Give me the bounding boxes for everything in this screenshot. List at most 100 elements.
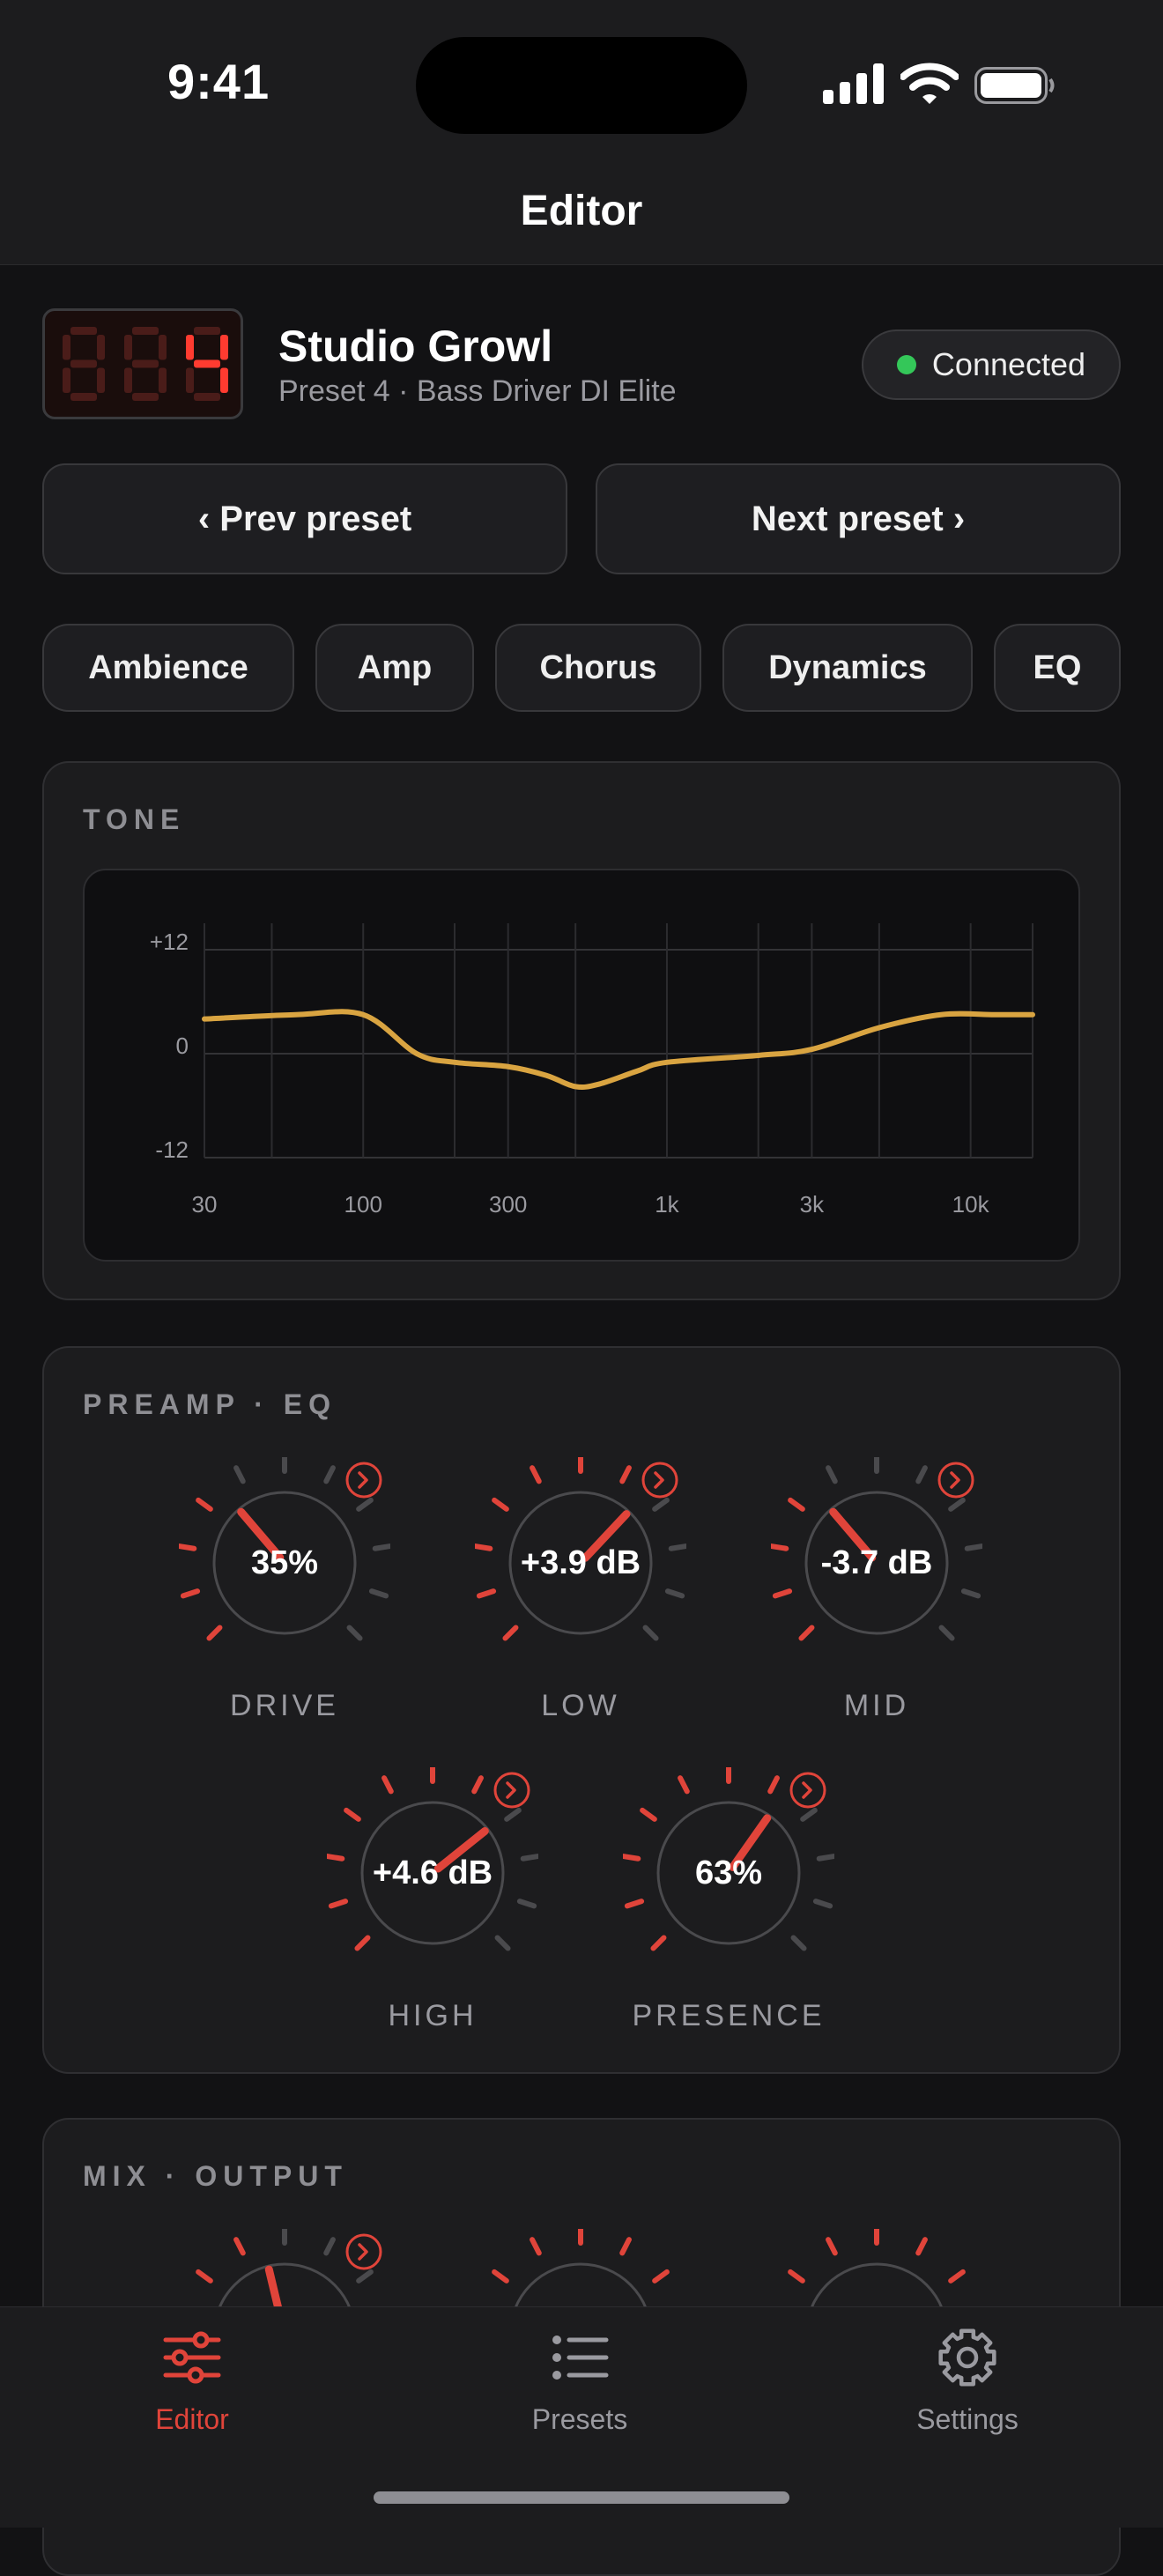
knob-tick <box>530 1465 542 1484</box>
gear-outline <box>938 2328 996 2387</box>
knob-tick <box>767 1775 780 1795</box>
knob-presence-value: 63% <box>694 1854 763 1891</box>
lcd-segment <box>220 367 228 393</box>
lcd-segment <box>97 367 105 393</box>
tab-presets[interactable]: Presets <box>448 2326 712 2436</box>
preamp-section-title: PREAMP · EQ <box>83 1388 337 1420</box>
x-tick-label: 100 <box>344 1191 382 1218</box>
tab-settings-label: Settings <box>916 2403 1019 2435</box>
lcd-segment <box>220 335 228 360</box>
knob-high-value: +4.6 dB <box>372 1854 493 1891</box>
knob-tick <box>233 2237 246 2256</box>
midi-learn-icon[interactable] <box>345 1462 382 1499</box>
tab-editor[interactable]: Editor <box>60 2326 324 2436</box>
knob-tick <box>664 1588 685 1599</box>
home-indicator <box>374 2491 789 2504</box>
knob-tick <box>788 1497 805 1512</box>
knob-tick <box>180 1588 201 1599</box>
knob-tick <box>640 1807 657 1822</box>
knob-mid-value: -3.7 dB <box>820 1544 933 1581</box>
page-title: Editor <box>520 188 643 234</box>
eq-grid <box>204 923 1033 1158</box>
chip-chorus[interactable]: Chorus <box>495 624 701 712</box>
knob-tick <box>652 1497 670 1512</box>
next-preset-button[interactable]: Next preset › <box>596 463 1121 574</box>
lcd-segment <box>132 359 159 368</box>
knob-tick <box>790 1935 807 1951</box>
midi-learn-icon[interactable] <box>937 1462 974 1499</box>
lcd-segment <box>194 327 220 335</box>
knob-tick <box>356 1497 374 1512</box>
knob-tick <box>502 1625 519 1641</box>
chip-dynamics[interactable]: Dynamics <box>722 624 973 712</box>
knob-tick <box>938 1625 955 1641</box>
knob-tick <box>328 1899 349 1909</box>
tone-section-title: TONE <box>83 803 186 835</box>
knob-tick <box>516 1899 537 1909</box>
chip-eq[interactable]: EQ <box>994 624 1121 712</box>
y-tick-label: -12 <box>155 1136 189 1163</box>
gear-icon <box>938 2328 996 2387</box>
knob-tick <box>492 2269 509 2284</box>
knob-tick <box>642 1625 659 1641</box>
knob-tick <box>826 1465 838 1484</box>
knob-tick <box>346 1625 363 1641</box>
dynamic-island <box>416 37 747 134</box>
knob-tick <box>323 1465 336 1484</box>
knob-tick <box>624 1899 645 1909</box>
x-tick-label: 30 <box>192 1191 218 1218</box>
mix-section-title: MIX · OUTPUT <box>83 2160 348 2192</box>
tab-presets-label: Presets <box>531 2403 628 2435</box>
lcd-segment <box>132 393 159 401</box>
knob-tick <box>233 1465 246 1484</box>
lcd-segment <box>194 359 220 368</box>
connection-status-badge[interactable]: Connected <box>862 329 1121 400</box>
knob-tick <box>915 2237 928 2256</box>
knob-tick <box>948 1497 966 1512</box>
lcd-segment <box>132 327 159 335</box>
chip-ambience[interactable]: Ambience <box>42 624 294 712</box>
midi-learn-icon[interactable] <box>493 1772 530 1809</box>
knob-tick <box>812 1899 833 1909</box>
battery-icon <box>974 67 1055 104</box>
knob-tick <box>826 2237 838 2256</box>
midi-learn-icon[interactable] <box>789 1772 826 1809</box>
list-icon <box>552 2335 609 2380</box>
lcd-segment <box>194 393 220 401</box>
knob-tick <box>206 1625 223 1641</box>
midi-learn-icon[interactable] <box>641 1462 678 1499</box>
gear-hub <box>956 2346 979 2369</box>
knob-tick <box>652 2269 670 2284</box>
knob-tick <box>323 2237 336 2256</box>
lcd-segment <box>97 335 105 360</box>
seven-segment-digits <box>63 327 228 401</box>
eq-curve-chart[interactable]: +12 0 -12 30 100 300 1k 3k 10k <box>83 869 1080 1262</box>
tab-settings[interactable]: Settings <box>835 2326 1100 2436</box>
knob-drive-label: DRIVE <box>230 1689 339 1722</box>
knob-tick <box>650 1935 667 1951</box>
lcd-segment <box>159 367 167 393</box>
knob-low-value: +3.9 dB <box>520 1544 641 1581</box>
chip-amp[interactable]: Amp <box>315 624 474 712</box>
status-time: 9:41 <box>167 54 270 109</box>
knob-tick <box>368 1588 389 1599</box>
prev-preset-button[interactable]: ‹ Prev preset <box>42 463 567 574</box>
cellular-signal-icon <box>823 63 884 104</box>
knob-tick <box>800 1807 818 1822</box>
midi-learn-icon[interactable] <box>345 2233 382 2270</box>
knob-presence-label: PRESENCE <box>632 1999 826 2032</box>
y-tick-label: +12 <box>150 929 189 955</box>
knob-tick <box>530 2237 542 2256</box>
lcd-segment <box>63 335 70 360</box>
knob-drive-value: 35% <box>250 1544 319 1581</box>
lcd-segment <box>124 367 132 393</box>
lcd-segment <box>186 367 194 393</box>
y-tick-label: 0 <box>176 1033 189 1059</box>
knob-tick <box>196 1497 213 1512</box>
lcd-segment <box>63 367 70 393</box>
knob-tick <box>356 2269 374 2284</box>
knob-tick <box>960 1588 982 1599</box>
lcd-segment <box>70 393 97 401</box>
knob-tick <box>948 2269 966 2284</box>
knob-mid-label: MID <box>843 1689 910 1722</box>
